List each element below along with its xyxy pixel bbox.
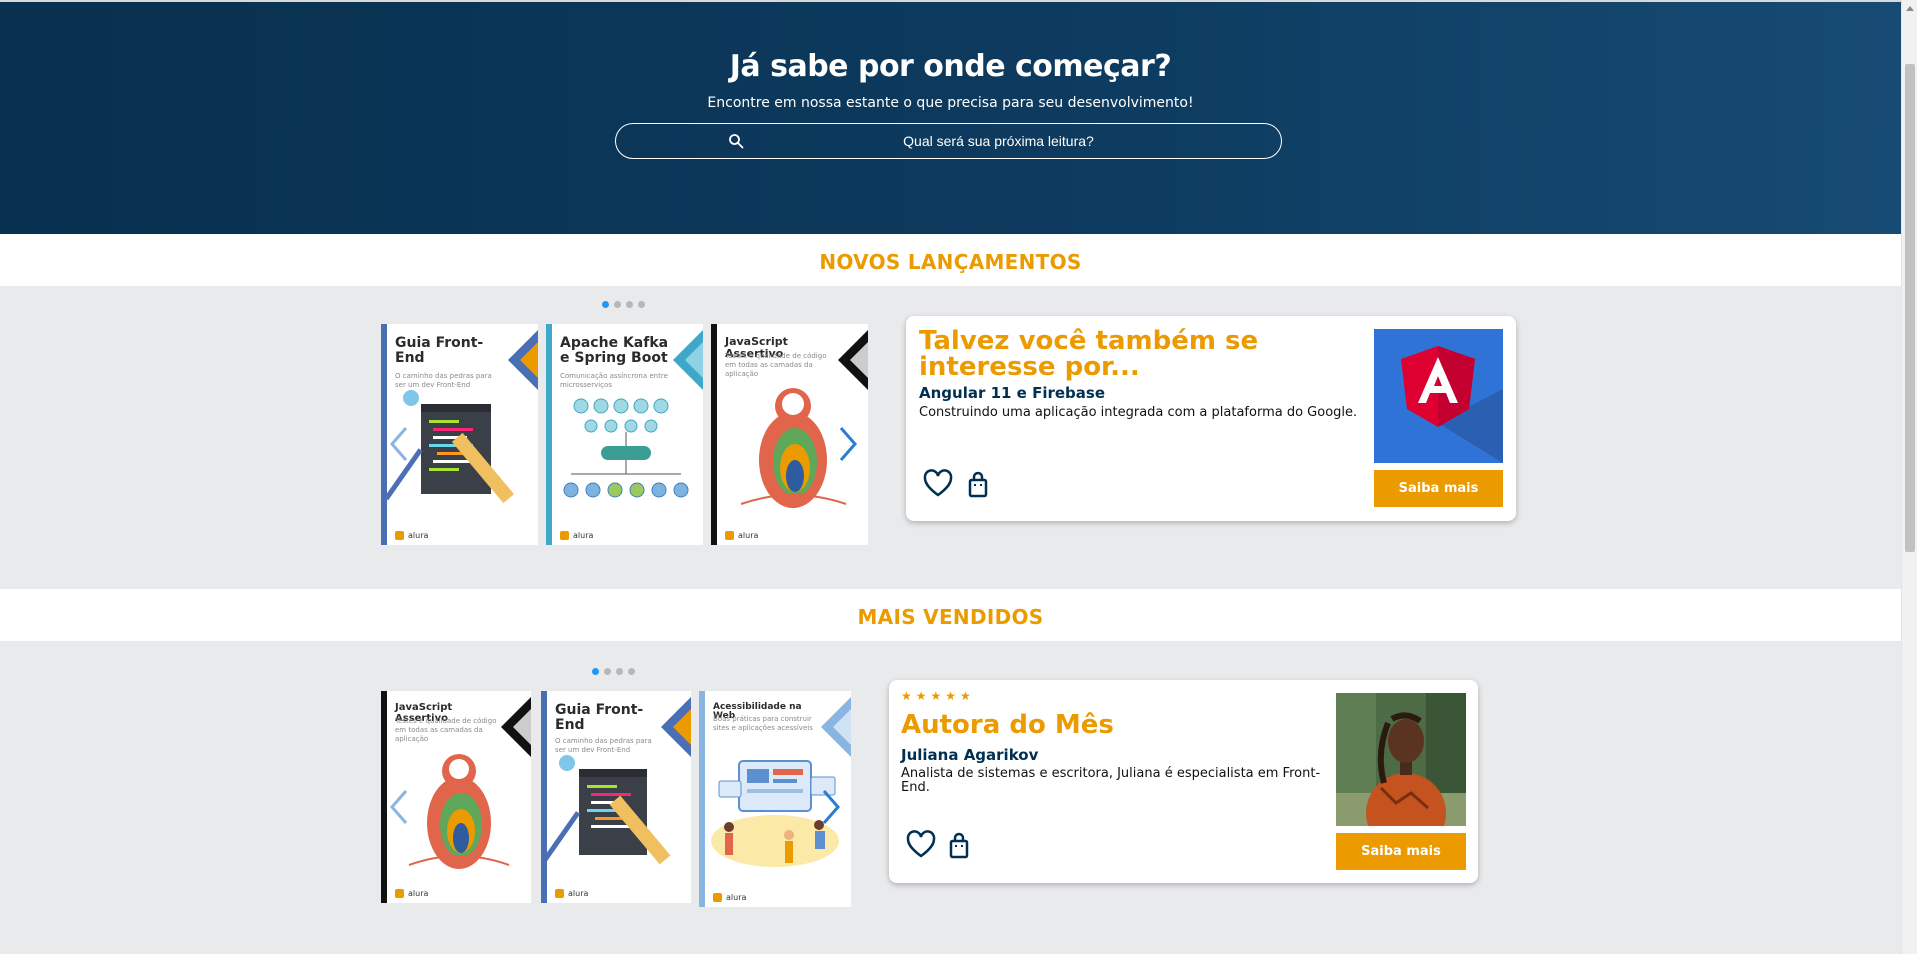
brand-label: alura <box>408 889 429 898</box>
book-title: Apache Kafka e Spring Boot <box>560 335 669 366</box>
casa-do-codigo-logo-icon <box>555 889 564 898</box>
favorite-heart-icon[interactable] <box>923 469 953 499</box>
section-header-mais-vendidos: MAIS VENDIDOS <box>0 589 1901 641</box>
pagination-dot[interactable] <box>628 668 635 675</box>
card-description: Construindo uma aplicação integrada com … <box>919 405 1358 420</box>
code-editor-illustration-icon <box>542 755 671 865</box>
book-image <box>1374 329 1503 463</box>
saiba-mais-button[interactable]: Saiba mais <box>1374 470 1503 507</box>
pagination-dot[interactable] <box>638 301 645 308</box>
brand-label: alura <box>726 893 747 902</box>
pagination-dot[interactable] <box>592 668 599 675</box>
publisher-footer: alura <box>395 531 428 540</box>
cover-chevron-icon <box>508 330 538 390</box>
page-scrollbar[interactable] <box>1901 0 1917 954</box>
brand-label: alura <box>573 531 594 540</box>
carousel-next-arrow-icon[interactable] <box>820 789 842 825</box>
shopping-bag-icon[interactable] <box>944 831 974 861</box>
book-title: Guia Front-End <box>395 335 484 366</box>
carousel-pagination-novos <box>602 301 645 309</box>
kafka-diagram-illustration-icon <box>563 398 689 498</box>
brand-label: alura <box>568 889 589 898</box>
card-title: Talvez você também se interesse por... <box>919 326 1259 382</box>
section-title-mais-vendidos: MAIS VENDIDOS <box>857 605 1044 629</box>
book-subtitle: Comunicação assíncrona entre microsservi… <box>560 372 668 390</box>
scrollbar-thumb[interactable] <box>1905 64 1915 552</box>
cover-chevron-icon <box>673 330 703 390</box>
publisher-footer: alura <box>725 531 758 540</box>
recommendation-card: Talvez você também se interesse por... A… <box>906 316 1516 521</box>
card-title: Autora do Mês <box>901 710 1114 740</box>
pagination-dot[interactable] <box>614 301 621 308</box>
carousel-prev-arrow-icon[interactable] <box>388 789 410 825</box>
book-title: Guia Front-End <box>555 702 644 733</box>
publisher-footer: alura <box>560 531 593 540</box>
pagination-dot[interactable] <box>616 668 623 675</box>
book-carousel-mais: JavaScript Assertivo Testes e qualidade … <box>381 691 851 907</box>
publisher-footer: alura <box>713 893 746 902</box>
brand-label: alura <box>408 531 429 540</box>
casa-do-codigo-logo-icon <box>725 531 734 540</box>
casa-do-codigo-logo-icon <box>395 889 404 898</box>
casa-do-codigo-logo-icon <box>560 531 569 540</box>
author-photo <box>1336 693 1466 826</box>
publisher-footer: alura <box>555 889 588 898</box>
card-description: Analista de sistemas e escritora, Julian… <box>901 766 1321 795</box>
carousel-pagination-mais <box>592 668 635 676</box>
carousel-next-arrow-icon[interactable] <box>837 426 859 462</box>
book-carousel-novos: Guia Front-End O caminho das pedras para… <box>381 324 868 545</box>
brand-label: alura <box>738 531 759 540</box>
card-book-name: Angular 11 e Firebase <box>919 384 1105 402</box>
author-portrait-icon <box>1336 693 1466 826</box>
saiba-mais-button[interactable]: Saiba mais <box>1336 833 1466 870</box>
shopping-bag-icon[interactable] <box>963 470 993 500</box>
casa-do-codigo-logo-icon <box>713 893 722 902</box>
search-icon <box>729 134 744 149</box>
pagination-dot[interactable] <box>604 668 611 675</box>
hero-subtitle: Encontre em nossa estante o que precisa … <box>707 95 1194 111</box>
author-of-month-card: ★★★★★ Autora do Mês Juliana Agarikov Ana… <box>889 680 1478 883</box>
search-input[interactable]: Qual será sua próxima leitura? <box>615 123 1282 159</box>
book-subtitle: Testes e qualidade de código em todas as… <box>395 717 497 744</box>
scroll-up-arrow-icon[interactable] <box>1906 6 1914 11</box>
carousel-prev-arrow-icon[interactable] <box>388 426 410 462</box>
pagination-dot[interactable] <box>626 301 633 308</box>
book-subtitle: Boas práticas para construir sites e apl… <box>713 715 813 733</box>
rating-stars: ★★★★★ <box>901 689 975 703</box>
section-header-novos: NOVOS LANÇAMENTOS <box>0 234 1901 286</box>
casa-do-codigo-logo-icon <box>395 531 404 540</box>
favorite-heart-icon[interactable] <box>906 830 936 860</box>
book-cover[interactable]: Guia Front-End O caminho das pedras para… <box>541 691 691 903</box>
hero-title: Já sabe por onde começar? <box>729 49 1172 84</box>
publisher-footer: alura <box>395 889 428 898</box>
search-placeholder: Qual será sua próxima leitura? <box>903 133 1094 149</box>
book-subtitle: Testes e qualidade de código em todas as… <box>725 352 827 379</box>
angular-logo-icon <box>1401 346 1503 463</box>
page: Já sabe por onde começar? Encontre em no… <box>0 0 1917 954</box>
pagination-dot[interactable] <box>602 301 609 308</box>
section-title-novos: NOVOS LANÇAMENTOS <box>819 250 1082 274</box>
card-author-name: Juliana Agarikov <box>901 746 1039 764</box>
cover-chevron-icon <box>661 697 691 757</box>
hero-banner: Já sabe por onde começar? Encontre em no… <box>0 0 1901 234</box>
book-cover[interactable]: Apache Kafka e Spring Boot Comunicação a… <box>546 324 703 545</box>
